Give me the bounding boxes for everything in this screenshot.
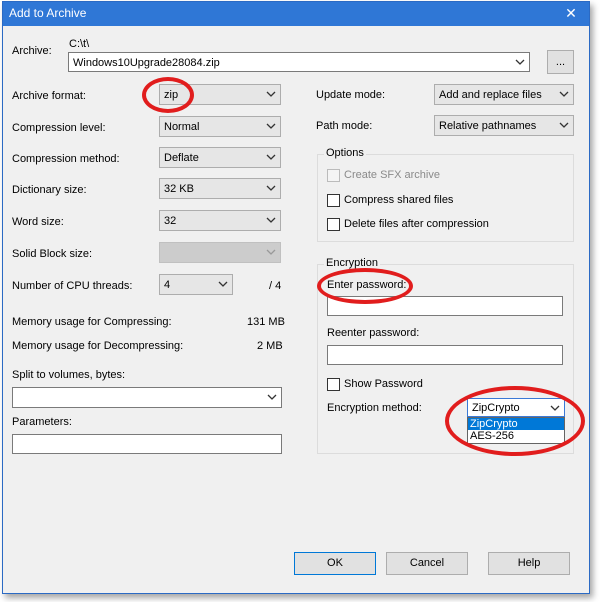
encryption-method-label: Encryption method: [327, 402, 422, 414]
word-size-combo[interactable]: 32 [159, 210, 281, 231]
cpu-threads-max: / 4 [269, 280, 282, 292]
reenter-password-label: Reenter password: [327, 327, 420, 339]
annotation-ring-format [142, 77, 194, 113]
archive-filename-combo[interactable]: Windows10Upgrade28084.zip [68, 52, 530, 72]
parameters-label: Parameters: [12, 416, 72, 428]
memory-decompress-label: Memory usage for Decompressing: [12, 340, 184, 352]
chevron-down-icon [266, 249, 276, 255]
chevron-down-icon [218, 281, 228, 287]
parameters-input[interactable] [12, 434, 282, 454]
delete-after-label: Delete files after compression [344, 218, 489, 230]
chevron-down-icon [266, 123, 276, 129]
solid-block-size-label: Solid Block size: [12, 248, 93, 260]
create-sfx-checkbox [327, 169, 340, 182]
help-button[interactable]: Help [488, 552, 570, 575]
compression-method-combo[interactable]: Deflate [159, 147, 281, 168]
compression-method-value: Deflate [164, 152, 199, 164]
browse-button[interactable]: ... [547, 50, 574, 74]
annotation-ring-password [317, 268, 413, 304]
chevron-down-icon [266, 185, 276, 191]
archive-path: C:\t\ [69, 38, 90, 50]
options-title: Options [324, 147, 366, 159]
update-mode-combo[interactable]: Add and replace files [434, 84, 574, 105]
word-size-value: 32 [164, 215, 177, 227]
memory-decompress-value: 2 MB [257, 340, 283, 352]
ok-button[interactable]: OK [294, 552, 376, 575]
path-mode-label: Path mode: [316, 120, 373, 132]
chevron-down-icon [559, 91, 569, 97]
archive-format-label: Archive format: [12, 90, 86, 102]
path-mode-value: Relative pathnames [439, 120, 537, 132]
add-to-archive-dialog: Add to Archive ✕ Archive: C:\t\ Windows1… [2, 1, 590, 594]
split-volumes-combo[interactable] [12, 387, 282, 408]
compress-shared-label: Compress shared files [344, 194, 454, 206]
update-mode-value: Add and replace files [439, 89, 542, 101]
compression-method-label: Compression method: [12, 153, 120, 165]
archive-filename: Windows10Upgrade28084.zip [73, 57, 220, 69]
path-mode-combo[interactable]: Relative pathnames [434, 115, 574, 136]
solid-block-size-combo [159, 242, 281, 263]
split-volumes-label: Split to volumes, bytes: [12, 369, 126, 381]
chevron-down-icon [559, 122, 569, 128]
word-size-label: Word size: [12, 216, 64, 228]
archive-label: Archive: [12, 45, 52, 57]
title-bar: Add to Archive ✕ [3, 2, 589, 26]
chevron-down-icon [266, 91, 276, 97]
cpu-threads-label: Number of CPU threads: [12, 280, 133, 292]
delete-after-checkbox[interactable] [327, 218, 340, 231]
cpu-threads-value: 4 [164, 279, 171, 291]
compress-shared-checkbox[interactable] [327, 194, 340, 207]
window-title: Add to Archive [9, 6, 87, 20]
chevron-down-icon [515, 59, 525, 65]
annotation-ring-encryption [445, 386, 585, 456]
compression-level-label: Compression level: [12, 122, 106, 134]
create-sfx-label: Create SFX archive [344, 169, 440, 181]
update-mode-label: Update mode: [316, 89, 386, 101]
show-password-label: Show Password [344, 378, 423, 390]
memory-compress-label: Memory usage for Compressing: [12, 316, 172, 328]
cancel-button[interactable]: Cancel [386, 552, 468, 575]
chevron-down-icon [266, 154, 276, 160]
chevron-down-icon [266, 217, 276, 223]
cpu-threads-combo[interactable]: 4 [159, 274, 233, 295]
show-password-checkbox[interactable] [327, 378, 340, 391]
compression-level-combo[interactable]: Normal [159, 116, 281, 137]
close-icon[interactable]: ✕ [553, 2, 589, 26]
compression-level-value: Normal [164, 121, 200, 133]
chevron-down-icon [267, 394, 277, 400]
dictionary-size-label: Dictionary size: [12, 184, 87, 196]
memory-compress-value: 131 MB [247, 316, 285, 328]
dictionary-size-value: 32 KB [164, 183, 194, 195]
dictionary-size-combo[interactable]: 32 KB [159, 178, 281, 199]
reenter-password-input[interactable] [327, 345, 563, 365]
